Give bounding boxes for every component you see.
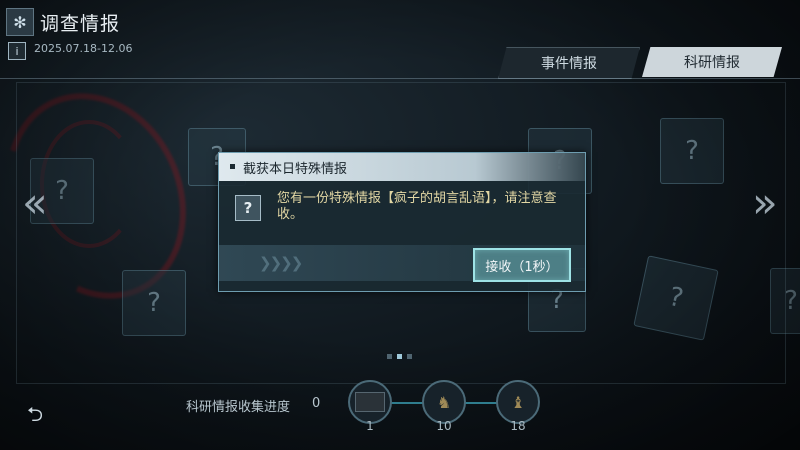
pager-dot-active[interactable] xyxy=(397,354,402,359)
tab-label: 科研情报 xyxy=(684,55,740,71)
pager-dot[interactable] xyxy=(387,354,392,359)
progress-label: 科研情报收集进度 xyxy=(186,400,291,415)
progress-value: 0 xyxy=(312,396,321,411)
milestone-label: 10 xyxy=(436,419,452,433)
milestone-label: 1 xyxy=(366,419,374,433)
tab-research-intel[interactable]: 科研情报 xyxy=(642,47,782,77)
special-intel-dialog: 截获本日特殊情报 ? 您有一份特殊情报【疯子的胡言乱语】，请注意查收。 ❯❯❯❯… xyxy=(218,152,586,292)
tab-event-intel[interactable]: 事件情报 xyxy=(498,47,640,79)
tab-label: 事件情报 xyxy=(541,56,597,72)
info-icon[interactable]: i xyxy=(8,42,26,60)
dialog-header: 截获本日特殊情报 xyxy=(219,153,585,181)
dialog-title: 截获本日特殊情报 xyxy=(243,162,348,177)
milestone-reward-2[interactable]: ♞ xyxy=(422,380,466,424)
pager-dot[interactable] xyxy=(407,354,412,359)
back-icon[interactable]: ⮌ xyxy=(27,400,43,434)
chevron-left-icon[interactable]: « xyxy=(22,178,48,227)
chevron-right-icon[interactable]: » xyxy=(752,178,778,227)
question-mark-icon: ? xyxy=(235,195,261,221)
dialog-message: 您有一份特殊情报【疯子的胡言乱语】，请注意查收。 xyxy=(277,191,557,222)
chevrons-decoration-icon: ❯❯❯❯ xyxy=(259,254,303,272)
reward-figure-icon: ♞ xyxy=(436,392,452,412)
tab-divider xyxy=(0,78,800,79)
gear-icon[interactable]: ✻ xyxy=(6,8,34,36)
accept-button-label: 接收（1秒） xyxy=(485,259,559,275)
chest-icon xyxy=(355,392,385,412)
milestone-reward-1[interactable] xyxy=(348,380,392,424)
milestone-reward-3[interactable]: ♝ xyxy=(496,380,540,424)
accept-button[interactable]: 接收（1秒） xyxy=(473,248,571,282)
bullet-icon xyxy=(230,164,235,169)
reward-creature-icon: ♝ xyxy=(510,392,526,412)
milestone-label: 18 xyxy=(510,419,526,433)
date-range: 2025.07.18-12.06 xyxy=(34,42,133,55)
page-title: 调查情报 xyxy=(40,13,121,35)
